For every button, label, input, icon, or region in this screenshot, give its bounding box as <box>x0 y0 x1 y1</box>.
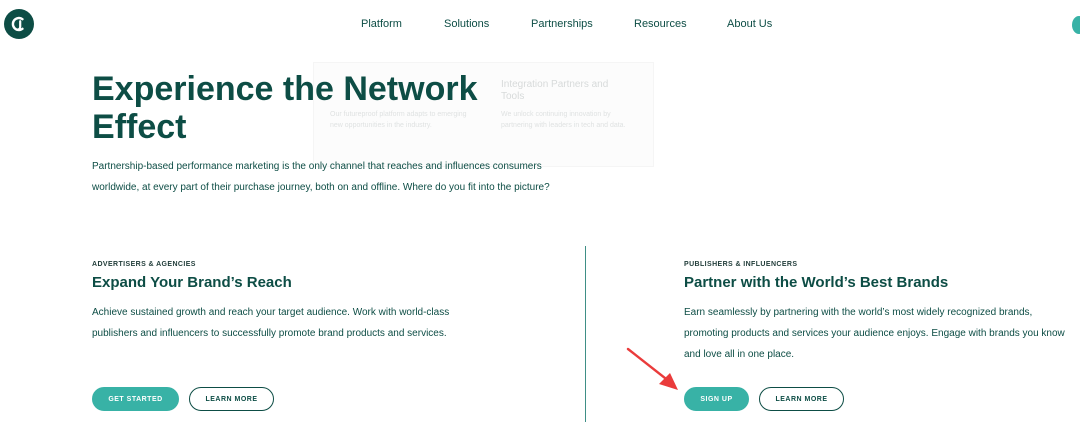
hero-description: Partnership-based performance marketing … <box>92 161 550 193</box>
publishers-eyebrow: PUBLISHERS & INFLUENCERS <box>684 261 798 268</box>
advertisers-learn-more-button[interactable]: LEARN MORE <box>189 387 274 411</box>
annotation-arrow-icon <box>626 347 678 390</box>
publishers-learn-more-button[interactable]: LEARN MORE <box>759 387 844 411</box>
sign-up-button[interactable]: SIGN UP <box>684 387 749 411</box>
publishers-title: Partner with the World’s Best Brands <box>684 274 949 291</box>
header-action-button[interactable] <box>1072 16 1080 34</box>
publishers-description: Earn seamlessly by partnering with the w… <box>684 307 1065 360</box>
advertisers-description: Achieve sustained growth and reach your … <box>92 307 450 339</box>
nav-resources[interactable]: Resources <box>634 18 687 30</box>
nav-about-us[interactable]: About Us <box>727 18 772 30</box>
column-divider <box>585 246 586 422</box>
nav-solutions[interactable]: Solutions <box>444 18 489 30</box>
hero-title: Experience the Network Effect <box>92 70 478 146</box>
nav-partnerships[interactable]: Partnerships <box>531 18 593 30</box>
advertisers-title: Expand Your Brand’s Reach <box>92 274 292 291</box>
advertisers-eyebrow: ADVERTISERS & AGENCIES <box>92 261 196 268</box>
main-nav: Platform Solutions Partnerships Resource… <box>0 18 1080 34</box>
nav-platform[interactable]: Platform <box>361 18 402 30</box>
get-started-button[interactable]: GET STARTED <box>92 387 179 411</box>
